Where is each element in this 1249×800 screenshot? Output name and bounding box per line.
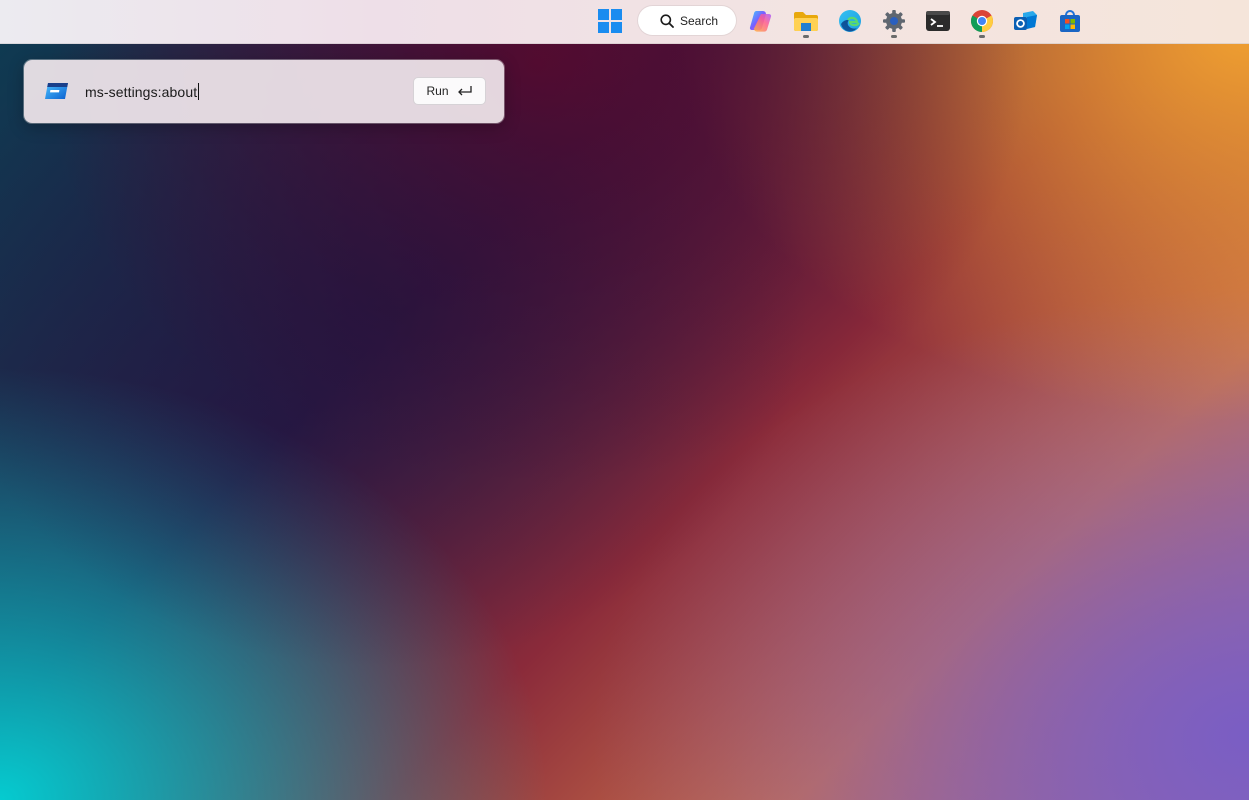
terminal-icon	[926, 11, 950, 31]
terminal-app-button[interactable]	[920, 4, 956, 38]
taskbar: Search	[0, 0, 1249, 44]
folder-icon	[794, 12, 818, 31]
run-button-label: Run	[426, 84, 449, 98]
gear-icon	[883, 10, 905, 32]
copilot-app-button[interactable]	[744, 4, 780, 38]
copilot-icon	[749, 11, 772, 32]
windows-logo-icon	[598, 9, 622, 33]
running-indicator	[803, 35, 809, 38]
search-icon	[660, 13, 674, 28]
text-caret	[198, 83, 200, 100]
start-button[interactable]	[592, 4, 628, 38]
search-label: Search	[680, 13, 719, 28]
chrome-icon	[971, 10, 993, 32]
enter-arrow-icon	[457, 86, 472, 96]
file-explorer-app-button[interactable]	[788, 4, 824, 38]
taskbar-search-button[interactable]: Search	[638, 6, 736, 35]
settings-app-button[interactable]	[876, 4, 912, 38]
edge-app-button[interactable]	[832, 4, 868, 38]
outlook-icon	[1014, 11, 1037, 30]
chrome-app-button[interactable]	[964, 4, 1000, 38]
store-icon	[1060, 10, 1080, 32]
run-app-icon	[44, 81, 70, 106]
run-button[interactable]: Run	[413, 77, 486, 105]
store-app-button[interactable]	[1052, 4, 1088, 38]
running-indicator	[979, 35, 985, 38]
run-dialog: ms-settings:about Run	[24, 60, 504, 123]
edge-icon	[839, 10, 861, 32]
run-command-input-value: ms-settings:about	[85, 83, 198, 100]
outlook-app-button[interactable]	[1008, 4, 1044, 38]
running-indicator	[891, 35, 897, 38]
run-command-input[interactable]: ms-settings:about	[85, 79, 405, 104]
